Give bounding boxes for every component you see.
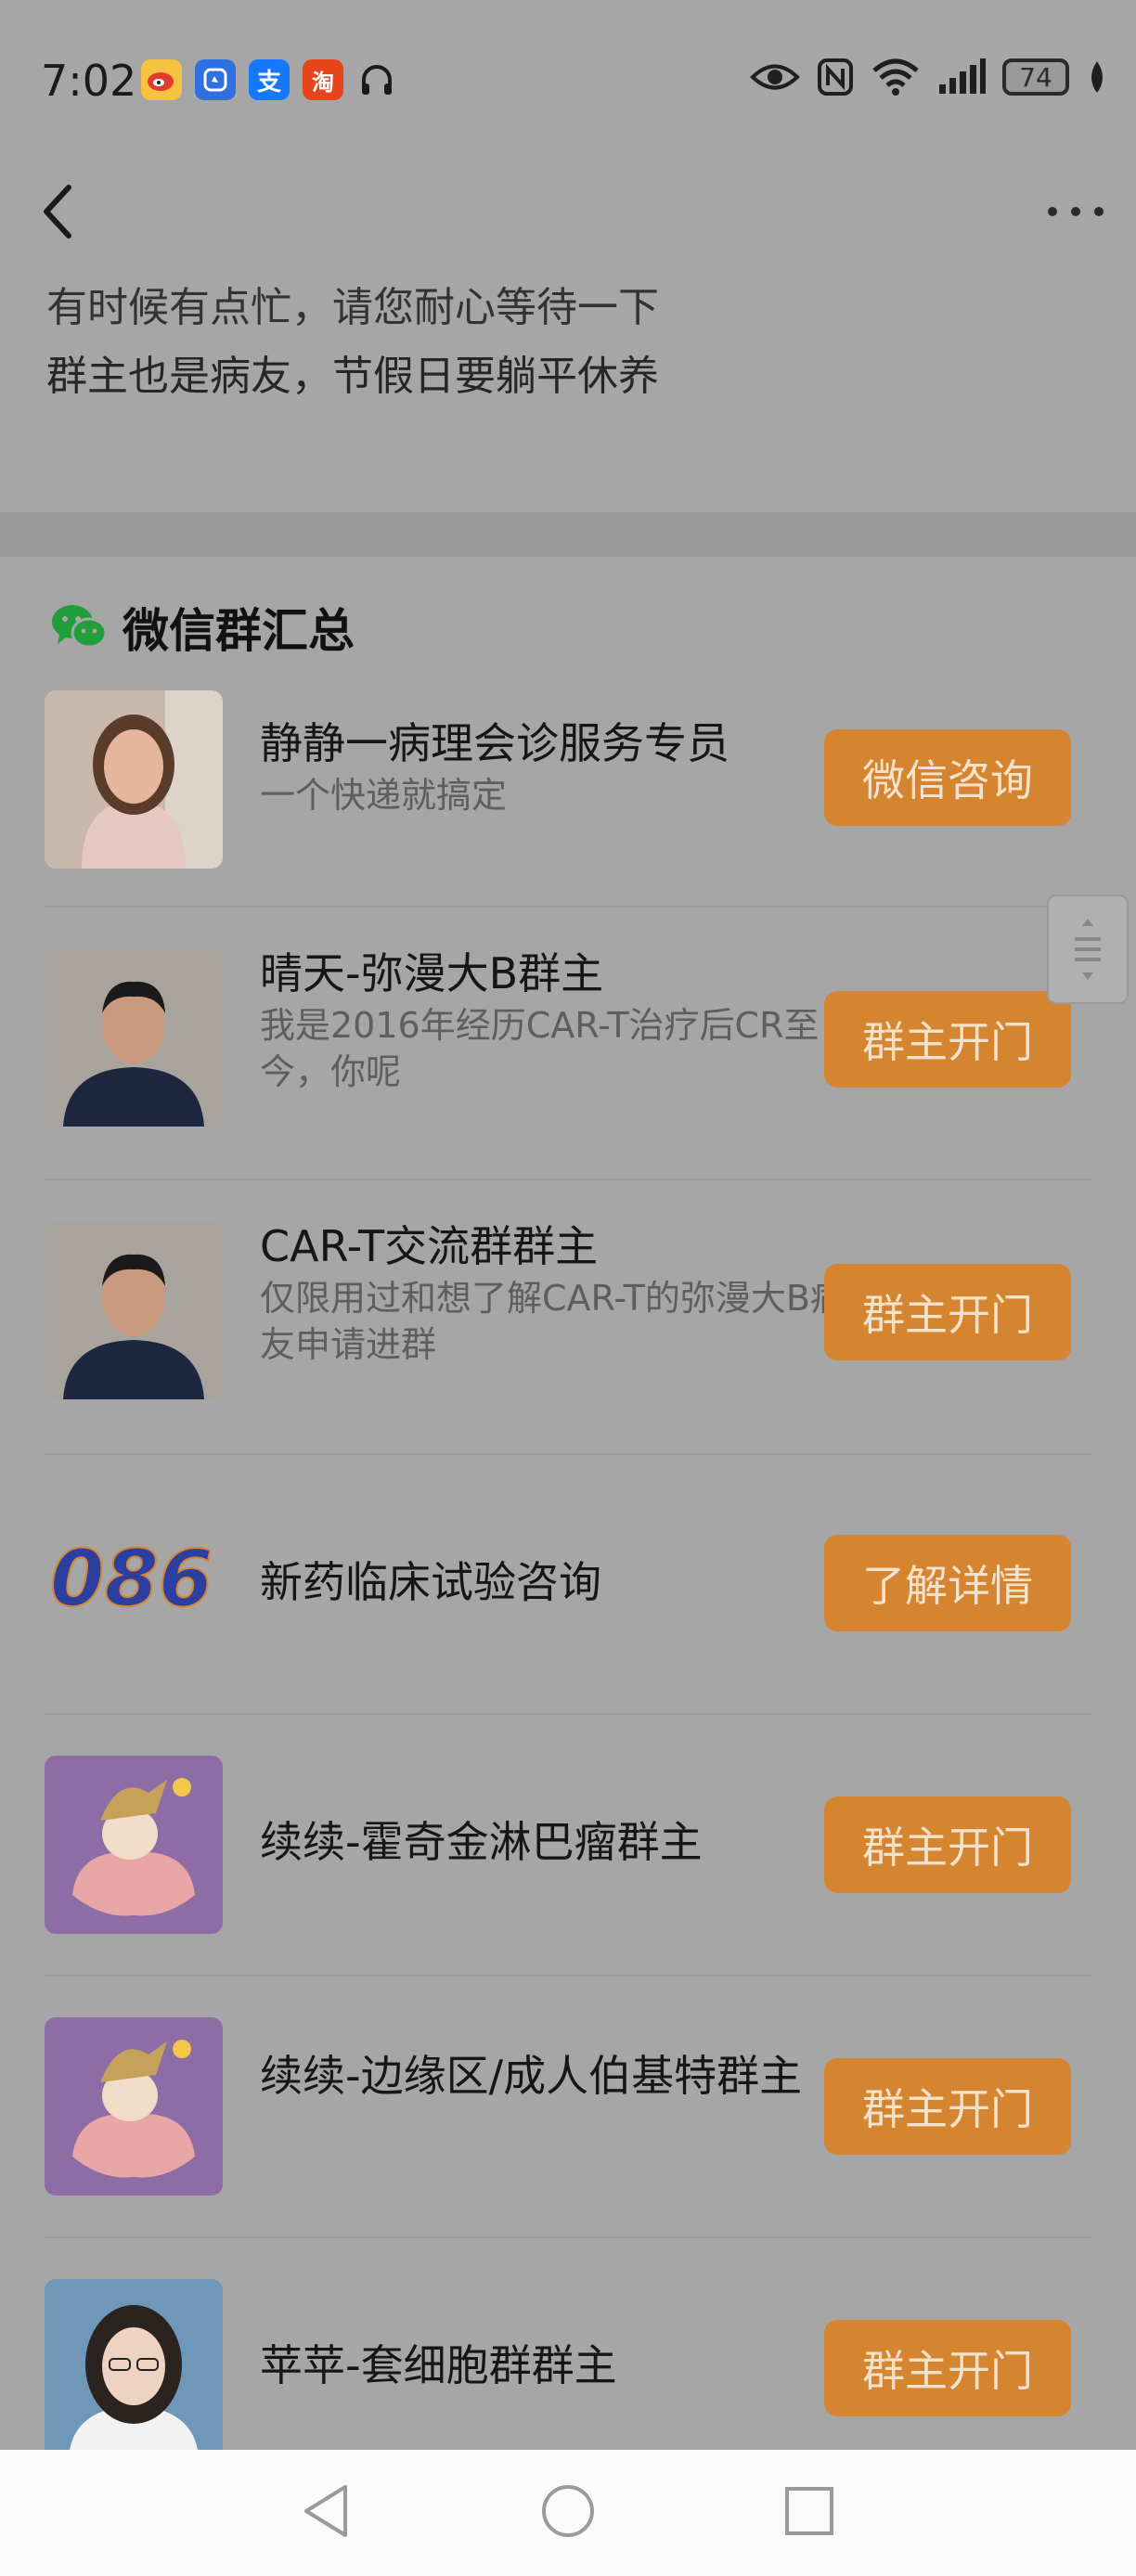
list-item[interactable]: 续续-边缘区/成人伯基特群主 群主开门 (45, 1977, 1091, 2238)
battery-level: 74 (1019, 61, 1052, 93)
list-item-subtitle: 仅限用过和想了解CAR-T的弥漫大B病友申请进群 (260, 1278, 846, 1365)
section-header: 微信群汇总 (50, 594, 355, 661)
weibo-icon (141, 59, 182, 100)
list-item-title: CAR-T交流群群主 (260, 1221, 599, 1271)
wifi-icon (872, 58, 919, 96)
system-nav-bar (0, 2450, 1136, 2576)
taobao-icon: 淘 (303, 59, 343, 100)
group-owner-open-button[interactable]: 群主开门 (824, 1264, 1071, 1360)
headphones-icon (356, 59, 397, 100)
floating-side-handle[interactable] (1047, 895, 1129, 1004)
list-item-subtitle: 我是2016年经历CAR-T治疗后CR至今，你呢 (260, 1005, 820, 1092)
list-item-title: 晴天-弥漫大B群主 (260, 948, 604, 998)
status-time: 7:02 (41, 56, 137, 106)
list-item-text: 晴天-弥漫大B群主 我是2016年经历CAR-T治疗后CR至今，你呢 (260, 947, 863, 1095)
group-list: 静静一病理会诊服务专员 一个快递就搞定 微信咨询 晴天-弥漫大B群主 我是201… (45, 663, 1091, 2489)
avatar (45, 2017, 223, 2196)
section-title: 微信群汇总 (123, 604, 355, 658)
avatar (45, 1756, 223, 1934)
section-divider (0, 512, 1136, 557)
signal-icon (939, 58, 986, 94)
scroll-handle-icon (1075, 919, 1101, 980)
list-item[interactable]: 续续-霍奇金淋巴瘤群主 群主开门 (45, 1715, 1091, 1977)
list-item-subtitle: 一个快递就搞定 (260, 775, 508, 816)
more-dots-icon[interactable] (1043, 193, 1108, 230)
list-item-text: CAR-T交流群群主 仅限用过和想了解CAR-T的弥漫大B病友申请进群 (260, 1219, 863, 1368)
nfc-icon (818, 58, 853, 96)
notification-icons: 支 淘 (141, 59, 397, 100)
group-owner-open-button[interactable]: 群主开门 (824, 1797, 1071, 1893)
wechat-icon (52, 605, 108, 649)
back-button[interactable] (39, 182, 76, 241)
learn-more-button[interactable]: 了解详情 (824, 1535, 1071, 1631)
list-item[interactable]: 静静一病理会诊服务专员 一个快递就搞定 微信咨询 (45, 663, 1091, 908)
notice-text: 有时候有点忙，请您耐心等待一下 群主也是病友，节假日要躺平休养 (46, 274, 1067, 402)
avatar (45, 690, 223, 869)
notice-line-2: 群主也是病友，节假日要躺平休养 (46, 353, 659, 400)
nav-recents-icon[interactable] (776, 2478, 843, 2544)
list-item-title: 苹苹-套细胞群群主 (260, 2340, 617, 2390)
eye-icon (750, 64, 800, 90)
list-item-text: 静静一病理会诊服务专员 一个快递就搞定 (260, 716, 863, 818)
list-item-text: 新药临床试验咨询 (260, 1555, 863, 1609)
list-item[interactable]: CAR-T交流群群主 仅限用过和想了解CAR-T的弥漫大B病友申请进群 群主开门 (45, 1180, 1091, 1455)
list-item-text: 续续-霍奇金淋巴瘤群主 (260, 1815, 863, 1869)
nav-back-icon[interactable] (293, 2478, 360, 2544)
leaf-icon (1091, 61, 1103, 93)
status-bar: 7:02 支 淘 74 (0, 0, 1136, 167)
avatar (45, 948, 223, 1127)
list-item-title: 续续-边缘区/成人伯基特群主 (260, 2051, 803, 2101)
notice-line-1: 有时候有点忙，请您耐心等待一下 (46, 284, 659, 326)
group-owner-open-button[interactable]: 群主开门 (824, 2058, 1071, 2155)
avatar (45, 1221, 223, 1399)
avatar (45, 2279, 223, 2457)
list-item[interactable]: 086 新药临床试验咨询 了解详情 (45, 1455, 1091, 1715)
system-icons: 74 (750, 58, 1108, 97)
group-owner-open-button[interactable]: 群主开门 (824, 991, 1071, 1088)
battery-icon: 74 (1002, 58, 1069, 96)
list-item-title: 静静一病理会诊服务专员 (260, 718, 729, 768)
list-item-text: 续续-边缘区/成人伯基特群主 (260, 2049, 872, 2103)
list-item[interactable]: 晴天-弥漫大B群主 我是2016年经历CAR-T治疗后CR至今，你呢 群主开门 (45, 908, 1091, 1180)
nav-home-icon[interactable] (535, 2478, 601, 2544)
logo-086-text: 086 (50, 1533, 213, 1624)
list-item-text: 苹苹-套细胞群群主 (260, 2338, 863, 2392)
wechat-consult-button[interactable]: 微信咨询 (824, 729, 1071, 826)
group-owner-open-button[interactable]: 群主开门 (824, 2320, 1071, 2416)
lens-app-icon (195, 59, 236, 100)
list-item-title: 新药临床试验咨询 (260, 1557, 601, 1607)
list-item-title: 续续-霍奇金淋巴瘤群主 (260, 1817, 703, 1867)
logo-086: 086 (45, 1496, 223, 1674)
alipay-icon: 支 (249, 59, 290, 100)
